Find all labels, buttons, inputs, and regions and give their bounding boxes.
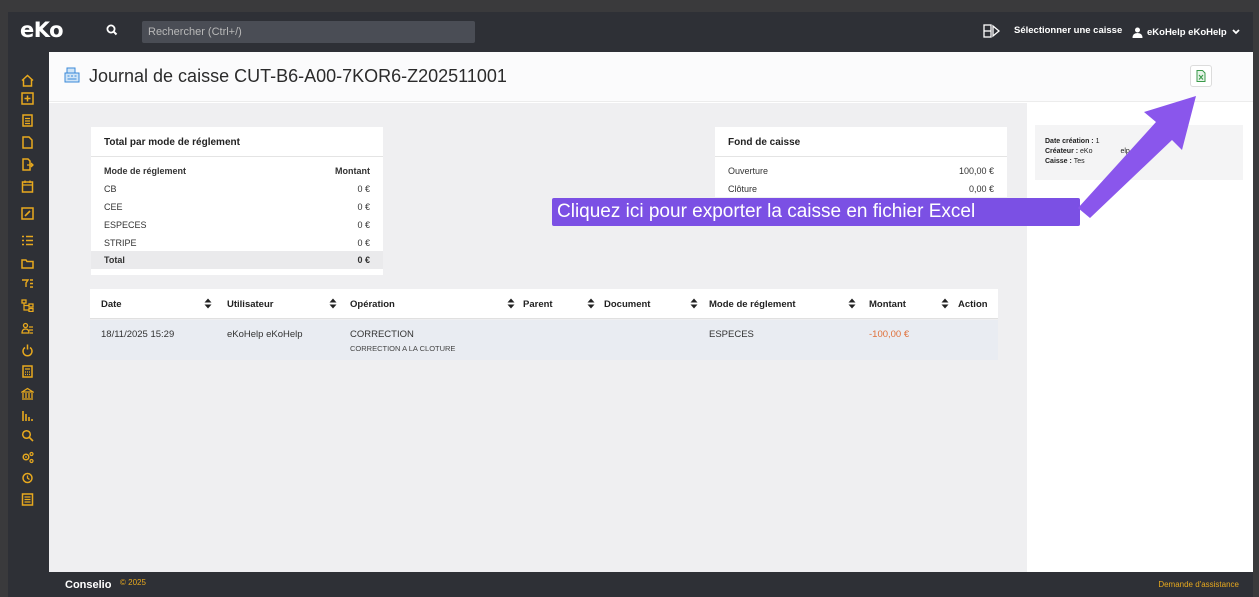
th-date[interactable]: Date: [101, 299, 122, 310]
payment-row: ESPECES 0 €: [91, 216, 383, 234]
cell-date: 18/11/2025 15:29: [101, 329, 175, 340]
payment-mode: CEE: [104, 202, 123, 212]
cell-operation-detail: CORRECTION A LA CLOTURE: [350, 344, 456, 353]
tutorial-tooltip: Cliquez ici pour exporter la caisse en f…: [552, 198, 1080, 226]
payment-mode: STRIPE: [104, 238, 137, 248]
payment-mode: CB: [104, 184, 117, 194]
top-bar: eKo Sélectionner une caisse eKoHelp eKoH…: [8, 12, 1253, 52]
cell-user: eKoHelp eKoHelp: [227, 329, 303, 340]
th-amount[interactable]: Montant: [869, 299, 906, 310]
cell-amount: -100,00 €: [869, 329, 910, 340]
cell-operation: CORRECTION: [350, 329, 414, 340]
th-operation[interactable]: Opération: [350, 299, 395, 310]
payment-row: CEE 0 €: [91, 198, 383, 216]
calendar-icon[interactable]: [21, 180, 34, 193]
sort-icon[interactable]: [329, 298, 337, 309]
payment-amount: 0 €: [357, 238, 370, 248]
file-icon[interactable]: [21, 136, 34, 149]
register-icon[interactable]: [21, 493, 34, 506]
home-icon[interactable]: [21, 74, 34, 87]
support-request-link[interactable]: Demande d'assistance: [1158, 580, 1239, 589]
sort-icon[interactable]: [690, 298, 698, 309]
sort-icon[interactable]: [941, 298, 949, 309]
payment-totals-title: Total par mode de réglement: [104, 137, 240, 148]
fund-row: Clôture 0,00 €: [715, 180, 1007, 198]
cash-fund-card: Fond de caisse Ouverture 100,00 € Clôtur…: [715, 127, 1007, 197]
total-amount: 0 €: [357, 255, 370, 265]
sort-icon[interactable]: [204, 298, 212, 309]
calculator-icon[interactable]: [21, 365, 34, 378]
document-icon[interactable]: [21, 114, 34, 127]
export-excel-button[interactable]: [1190, 65, 1212, 87]
footer-year: © 2025: [120, 578, 146, 587]
sidebar: [8, 52, 49, 572]
plus-square-icon[interactable]: [21, 92, 34, 105]
th-parent[interactable]: Parent: [523, 299, 553, 310]
bar-chart-icon[interactable]: [21, 409, 34, 422]
fund-label: Clôture: [728, 184, 758, 194]
tutorial-arrow-icon: [1078, 96, 1196, 218]
hierarchy-icon[interactable]: [21, 299, 34, 312]
fund-amount: 0,00 €: [968, 184, 994, 194]
search-icon[interactable]: [21, 429, 34, 442]
sort-icon[interactable]: [587, 298, 595, 309]
bank-icon[interactable]: [21, 387, 34, 400]
app-logo[interactable]: eKo: [20, 18, 64, 42]
col-amount-header: Montant: [335, 166, 370, 176]
payment-row: STRIPE 0 €: [91, 234, 383, 252]
user-icon: [1132, 27, 1143, 38]
list-icon[interactable]: [21, 234, 34, 247]
payment-amount: 0 €: [357, 184, 370, 194]
search-input[interactable]: [142, 21, 475, 43]
fund-row: Ouverture 100,00 €: [715, 162, 1007, 180]
excel-file-icon: [1196, 70, 1206, 82]
settings-icon[interactable]: [21, 451, 34, 464]
total-label: Total: [104, 255, 125, 265]
payment-totals-card: Total par mode de réglement Mode de régl…: [91, 127, 383, 275]
folder-icon[interactable]: [21, 257, 34, 270]
cash-register-icon: [64, 67, 80, 83]
sort-icon[interactable]: [848, 298, 856, 309]
hand-coins-icon[interactable]: [21, 472, 34, 485]
list-filter-icon[interactable]: [21, 278, 34, 291]
divider: [715, 156, 1007, 157]
payment-mode: ESPECES: [104, 220, 147, 230]
edit-square-icon[interactable]: [21, 207, 34, 220]
power-icon[interactable]: [21, 344, 34, 357]
file-export-icon[interactable]: [21, 158, 34, 171]
users-icon[interactable]: [21, 322, 34, 335]
th-action: Action: [958, 299, 988, 310]
user-menu[interactable]: eKoHelp eKoHelp: [1132, 24, 1241, 40]
sort-icon[interactable]: [507, 298, 515, 309]
footer-brand: Conselio: [65, 579, 112, 591]
th-payment-mode[interactable]: Mode de réglement: [709, 299, 796, 310]
app-window: eKo Sélectionner une caisse eKoHelp eKoH…: [8, 12, 1253, 597]
footer: Conselio © 2025 Demande d'assistance: [8, 572, 1253, 597]
payment-amount: 0 €: [357, 202, 370, 212]
payment-amount: 0 €: [357, 220, 370, 230]
table-row[interactable]: 18/11/2025 15:29 eKoHelp eKoHelp CORRECT…: [90, 320, 998, 360]
search-icon[interactable]: [105, 23, 119, 37]
user-name: eKoHelp eKoHelp: [1147, 26, 1227, 38]
payment-total-row: Total 0 €: [91, 251, 383, 269]
th-user[interactable]: Utilisateur: [227, 299, 273, 310]
select-register-button[interactable]: Sélectionner une caisse: [1014, 25, 1122, 36]
table-header: Date Utilisateur Opération Parent Docume…: [90, 289, 998, 319]
cash-fund-title: Fond de caisse: [728, 137, 801, 148]
th-document[interactable]: Document: [604, 299, 650, 310]
page-title: Journal de caisse CUT-B6-A00-7KOR6-Z2025…: [89, 66, 507, 86]
payment-row: CB 0 €: [91, 180, 383, 198]
fund-amount: 100,00 €: [958, 166, 994, 176]
cell-payment-mode: ESPECES: [709, 329, 754, 340]
chevron-down-icon: [1232, 29, 1240, 35]
divider: [91, 156, 383, 157]
payment-totals-header: Mode de réglement Montant: [91, 162, 383, 180]
col-mode-header: Mode de réglement: [104, 166, 187, 176]
fund-label: Ouverture: [728, 166, 769, 176]
register-select-icon[interactable]: [983, 24, 1001, 38]
main-content: Total par mode de réglement Mode de régl…: [49, 103, 1027, 572]
